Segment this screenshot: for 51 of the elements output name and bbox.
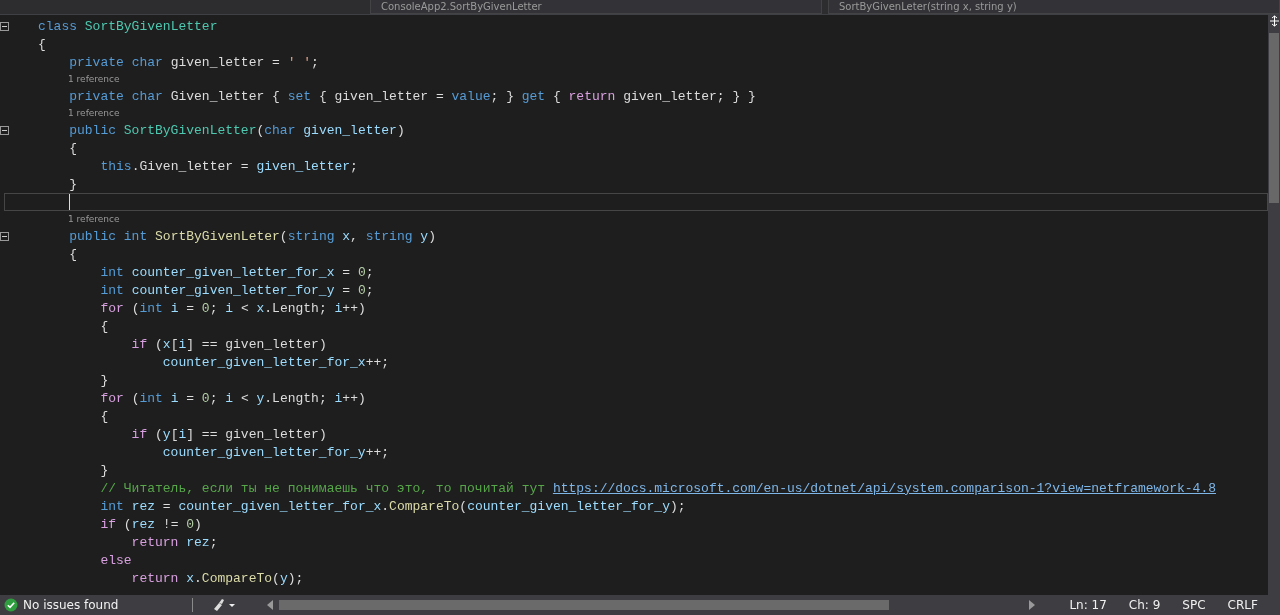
code-line: } bbox=[99, 461, 110, 479]
navigation-dropdown[interactable]: SortByGivenLeter(string x, string y) bbox=[828, 0, 1280, 14]
code-line: int counter_given_letter_for_x = 0; bbox=[99, 263, 375, 281]
reference-count[interactable]: 1 reference bbox=[68, 214, 120, 224]
code-line: counter_given_letter_for_x++; bbox=[161, 353, 391, 371]
reference-count[interactable]: 1 reference bbox=[68, 108, 120, 118]
code-line: return x.CompareTo(y); bbox=[130, 569, 305, 587]
code-line: } bbox=[99, 371, 110, 389]
code-line: private char given_letter = ' '; bbox=[68, 53, 320, 71]
line-number[interactable]: Ln: 17 bbox=[1069, 598, 1107, 612]
check-icon bbox=[4, 598, 18, 612]
scrollbar-thumb[interactable] bbox=[1269, 33, 1279, 203]
reference-count[interactable]: 1 reference bbox=[68, 74, 120, 84]
code-line: this.Given_letter = given_letter; bbox=[99, 157, 359, 175]
code-line: } bbox=[68, 175, 78, 193]
navigation-dropdown[interactable]: ConsoleApp2.SortByGivenLetter bbox=[370, 0, 822, 14]
scrollbar-thumb[interactable] bbox=[279, 600, 890, 610]
column-number[interactable]: Ch: 9 bbox=[1128, 598, 1161, 612]
scroll-right-icon[interactable] bbox=[1029, 600, 1036, 610]
code-line: int counter_given_letter_for_y = 0; bbox=[99, 281, 375, 299]
code-line: if (y[i] == given_letter) bbox=[130, 425, 328, 443]
code-line: class SortByGivenLetter bbox=[37, 17, 219, 35]
code-line: { bbox=[99, 407, 110, 425]
code-line: public int SortByGivenLeter(string x, string y) bbox=[68, 227, 437, 245]
code-line: if (x[i] == given_letter) bbox=[130, 335, 328, 353]
code-line: { bbox=[37, 35, 47, 53]
brush-icon[interactable] bbox=[211, 598, 238, 612]
code-line: { bbox=[68, 245, 78, 263]
code-line: else bbox=[99, 551, 133, 569]
code-line: int rez = counter_given_letter_for_x.CompareTo(counter_given_letter_for_y); bbox=[99, 497, 687, 515]
split-icon[interactable] bbox=[1268, 15, 1280, 27]
code-line: counter_given_letter_for_y++; bbox=[161, 443, 391, 461]
vertical-scrollbar[interactable] bbox=[1268, 15, 1280, 595]
code-line: { bbox=[99, 317, 110, 335]
code-comment: // Читатель, если ты не понимаешь что это, то почитай тут bbox=[99, 480, 547, 496]
collapse-icon[interactable] bbox=[0, 125, 9, 135]
code-line: return rez; bbox=[130, 533, 219, 551]
link[interactable]: https://docs.microsoft.com/en-us/dotnet/api/system.comparison-1?view=netframework-4.8 bbox=[552, 480, 1216, 496]
line-ending[interactable]: CRLF bbox=[1227, 598, 1258, 612]
code-line: public SortByGivenLetter(char given_letter) bbox=[68, 121, 406, 139]
scroll-left-icon[interactable] bbox=[267, 600, 274, 610]
issues-status[interactable]: No issues found bbox=[23, 598, 119, 612]
code-line: { bbox=[68, 139, 78, 157]
code-line: for (int i = 0; i < x.Length; i++) bbox=[99, 299, 367, 317]
text-caret bbox=[69, 194, 70, 210]
code-line: if (rez != 0) bbox=[99, 515, 203, 533]
code-line: for (int i = 0; i < y.Length; i++) bbox=[99, 389, 367, 407]
collapse-icon[interactable] bbox=[0, 231, 9, 241]
collapse-icon[interactable] bbox=[0, 21, 9, 31]
code-line: private char Given_letter { set { given_letter = value; } get { return given_letter; } } bbox=[68, 87, 757, 105]
whitespace-mode[interactable]: SPC bbox=[1182, 598, 1206, 612]
